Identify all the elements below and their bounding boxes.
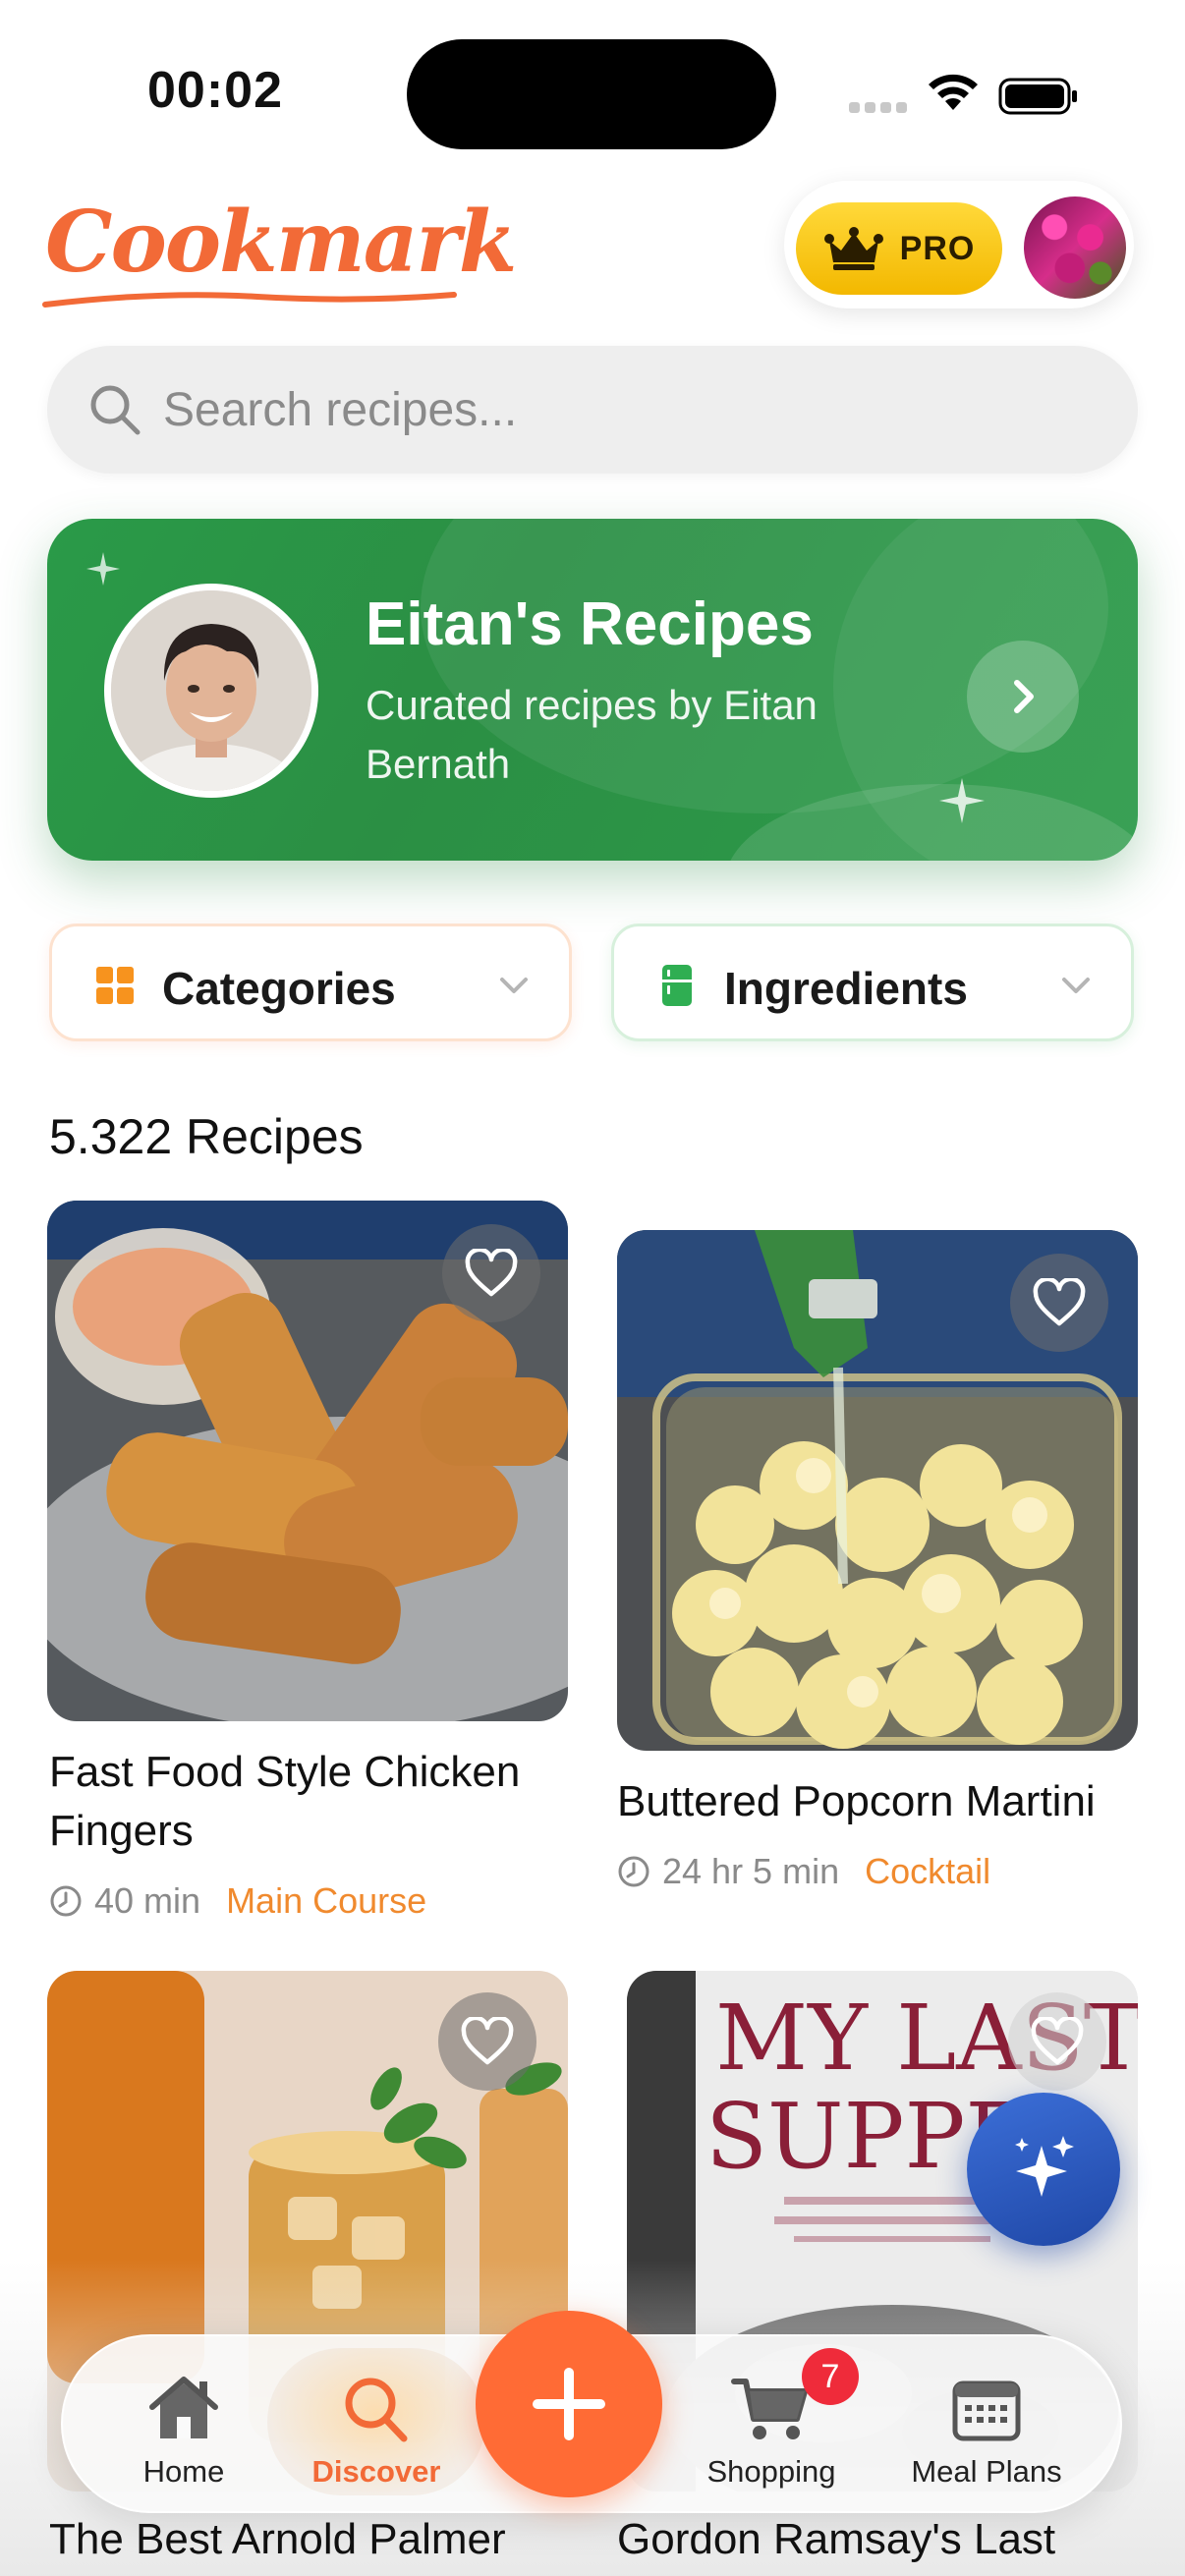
recipe-time: 40 min bbox=[94, 1880, 201, 1921]
chevron-down-icon bbox=[1062, 978, 1090, 993]
ingredients-filter[interactable]: Ingredients bbox=[611, 924, 1134, 1041]
recipe-time: 24 hr 5 min bbox=[662, 1851, 840, 1891]
tab-discover[interactable]: Discover bbox=[295, 2358, 458, 2490]
add-recipe-button[interactable] bbox=[476, 2311, 662, 2497]
categories-filter[interactable]: Categories bbox=[49, 924, 572, 1041]
sparkle-icon bbox=[86, 552, 120, 586]
home-icon bbox=[149, 2377, 218, 2438]
chevron-right-icon bbox=[1014, 680, 1034, 713]
profile-avatar[interactable] bbox=[1024, 196, 1126, 299]
recipe-category: Cocktail bbox=[865, 1851, 991, 1891]
recipe-title[interactable]: Buttered Popcorn Martini bbox=[617, 1772, 1128, 1831]
categories-grid-icon bbox=[96, 967, 134, 1004]
chevron-down-icon bbox=[500, 978, 528, 993]
banner-title: Eitan's Recipes bbox=[366, 590, 814, 658]
tab-shopping-label: Shopping bbox=[706, 2454, 836, 2489]
favorite-button[interactable] bbox=[438, 1992, 536, 2091]
recipe-title[interactable]: Gordon Ramsay's Last bbox=[617, 2515, 1055, 2564]
search-icon bbox=[90, 385, 141, 435]
sparkles-icon bbox=[1015, 2136, 1074, 2197]
clock-icon bbox=[50, 1885, 82, 1917]
battery-icon bbox=[998, 78, 1077, 115]
logo-underline bbox=[42, 292, 457, 308]
plus-icon bbox=[533, 2368, 605, 2440]
recipe-count: 5.322 Recipes bbox=[49, 1109, 364, 1164]
banner-open-button[interactable] bbox=[967, 641, 1079, 753]
favorite-button[interactable] bbox=[442, 1224, 540, 1322]
recipe-title[interactable]: The Best Arnold Palmer bbox=[49, 2515, 506, 2564]
clock-icon bbox=[618, 1856, 649, 1887]
ai-assistant-button[interactable] bbox=[967, 2093, 1120, 2246]
recipe-meta: 24 hr 5 min Cocktail bbox=[617, 1851, 990, 1892]
heart-icon bbox=[1031, 2017, 1084, 2065]
recipe-title[interactable]: Fast Food Style Chicken Fingers bbox=[49, 1743, 560, 1861]
crown-icon bbox=[823, 227, 883, 270]
tab-meal-plans-label: Meal Plans bbox=[911, 2454, 1062, 2489]
status-bar: 00:02 bbox=[0, 0, 1185, 177]
tab-discover-label: Discover bbox=[311, 2454, 441, 2489]
wifi-icon bbox=[929, 74, 978, 110]
favorite-button[interactable] bbox=[1008, 1992, 1106, 2091]
featured-chef-banner[interactable]: Eitan's Recipes Curated recipes by Eitan… bbox=[47, 519, 1138, 861]
shopping-count-badge: 7 bbox=[802, 2348, 859, 2405]
dynamic-island bbox=[407, 39, 776, 149]
pro-label: PRO bbox=[899, 229, 976, 267]
ingredients-label: Ingredients bbox=[724, 963, 968, 1014]
fridge-icon bbox=[662, 965, 692, 1006]
status-time: 00:02 bbox=[147, 62, 283, 119]
cellular-signal-icon bbox=[849, 102, 907, 113]
favorite-button[interactable] bbox=[1010, 1254, 1108, 1352]
tab-home-label: Home bbox=[142, 2454, 225, 2489]
recipe-meta: 40 min Main Course bbox=[49, 1880, 426, 1922]
recipe-category: Main Course bbox=[226, 1880, 427, 1921]
search-placeholder: Search recipes... bbox=[163, 384, 518, 436]
categories-label: Categories bbox=[162, 963, 396, 1014]
tab-home[interactable]: Home bbox=[120, 2358, 248, 2490]
banner-subtitle: Curated recipes by Eitan Bernath bbox=[366, 682, 818, 787]
shopping-cart-icon bbox=[731, 2379, 808, 2439]
chef-photo bbox=[104, 584, 318, 798]
pro-button[interactable]: PRO bbox=[796, 202, 1002, 295]
calendar-icon bbox=[952, 2380, 1021, 2441]
search-icon bbox=[345, 2378, 408, 2442]
app-logo: Cookmark bbox=[45, 193, 517, 292]
sparkle-icon bbox=[939, 778, 985, 823]
heart-icon bbox=[1033, 1278, 1086, 1326]
tab-meal-plans[interactable]: Meal Plans bbox=[888, 2358, 1085, 2490]
heart-icon bbox=[465, 1249, 518, 1297]
heart-icon bbox=[461, 2017, 514, 2065]
